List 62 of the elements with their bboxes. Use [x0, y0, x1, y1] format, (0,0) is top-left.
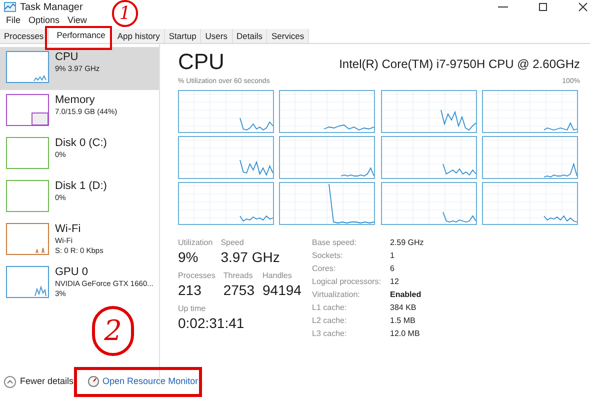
spec-value: 2.59 GHz: [390, 236, 424, 248]
stat-label: Handles: [262, 270, 293, 282]
tab[interactable]: Startup: [164, 29, 202, 43]
menu-item[interactable]: View: [66, 14, 89, 28]
spec-value: 12.0 MB: [390, 328, 421, 340]
device-name: Disk 1 (D:): [55, 180, 107, 193]
annotation-number: 1: [112, 0, 138, 27]
spec-label: L3 cache:: [312, 328, 348, 340]
tab[interactable]: Users: [201, 29, 232, 43]
graph-thumbnail: [6, 94, 49, 126]
panel-title: CPU: [178, 49, 224, 75]
spec-label: Virtualization:: [312, 288, 361, 300]
tab[interactable]: Processes: [0, 29, 49, 43]
graph-thumbnail: [6, 266, 49, 298]
spec-value: 6: [390, 262, 396, 274]
menu-item[interactable]: File: [4, 14, 23, 28]
annotation-box: [45, 26, 112, 50]
stat-value: 213: [178, 282, 202, 298]
spec-label: L1 cache:: [312, 302, 348, 314]
processor-name: Intel(R) Core(TM) i7-9750H CPU @ 2.60GHz: [339, 56, 580, 73]
stat-value: 9%: [178, 248, 200, 266]
stat-label: Threads: [223, 270, 254, 282]
device-name: Wi-Fi: [55, 223, 82, 236]
tab[interactable]: Details: [232, 29, 268, 43]
graph-thumbnail: [6, 223, 49, 255]
spec-label: Cores:: [312, 262, 337, 274]
tab[interactable]: App history: [113, 29, 165, 43]
spec-value: 1.5 MB: [390, 314, 416, 326]
graph-thumbnail: [6, 51, 49, 83]
fewer-details-button[interactable]: Fewer details: [4, 375, 74, 388]
spec-value: 1: [390, 250, 396, 262]
stat-label: Up time: [178, 302, 207, 314]
stat-value: 0:02:31:41: [178, 314, 244, 332]
gauge-icon: [88, 376, 99, 388]
window-title: Task Manager: [20, 0, 83, 14]
menu-item[interactable]: Options: [26, 14, 62, 28]
device-name: CPU: [55, 51, 80, 64]
close-icon[interactable]: [578, 2, 588, 12]
chevron-up-icon: [4, 376, 16, 388]
spec-value: Enabled: [390, 288, 422, 300]
graph-thumbnail: [6, 137, 49, 169]
tab[interactable]: Services: [267, 29, 310, 43]
annotation-number: 2: [92, 306, 134, 356]
spec-value: 384 KB: [390, 302, 418, 314]
spec-label: Logical processors:: [312, 276, 382, 288]
spec-label: Base speed:: [312, 236, 358, 248]
stat-value: 94194: [262, 282, 302, 298]
app-icon: [4, 2, 16, 12]
resource-monitor-link[interactable]: Open Resource Monitor: [88, 375, 198, 388]
graph-thumbnail: [6, 180, 49, 212]
device-name: Memory: [55, 94, 96, 107]
device-name: Disk 0 (C:): [55, 137, 107, 150]
stat-value: 2753: [223, 282, 255, 298]
spec-value: 12: [390, 276, 400, 288]
stat-label: Processes: [178, 270, 216, 282]
maximize-icon[interactable]: [538, 2, 548, 12]
device-name: GPU 0: [55, 266, 90, 279]
stat-label: Speed: [220, 236, 245, 248]
spec-label: L2 cache:: [312, 314, 348, 326]
stat-value: 3.97 GHz: [220, 248, 280, 266]
stat-label: Utilization: [178, 236, 213, 248]
spec-label: Sockets:: [312, 250, 344, 262]
